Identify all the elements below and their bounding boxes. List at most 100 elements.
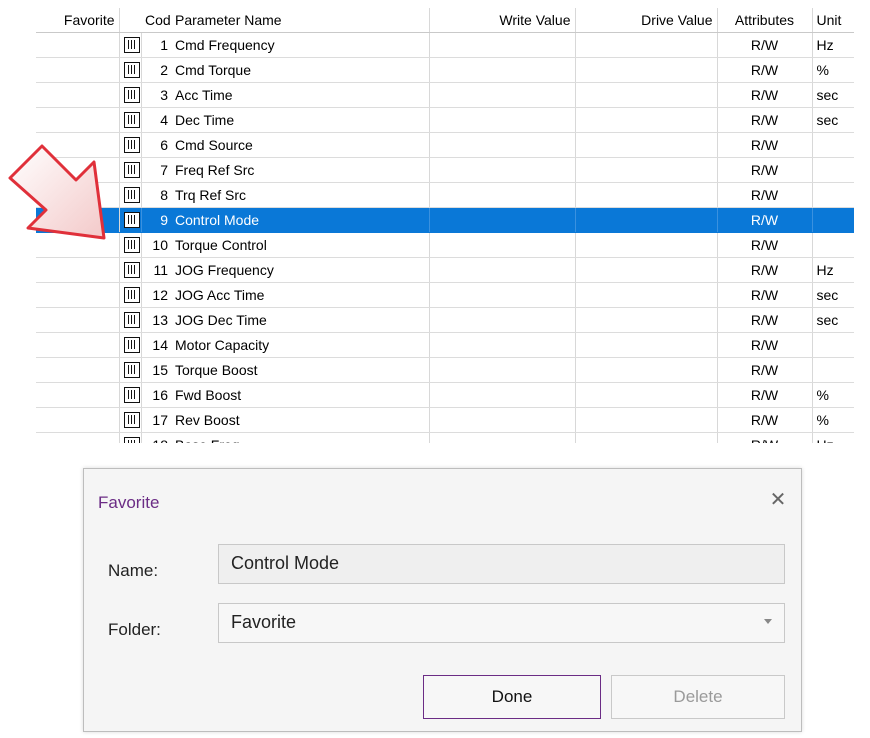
parameter-icon-cell[interactable] [119,157,142,183]
parameter-icon-cell[interactable] [119,257,142,283]
parameter-icon-cell[interactable] [119,32,142,58]
code-cell[interactable]: 18 [141,432,171,443]
attributes-cell[interactable]: R/W [717,282,813,308]
code-cell[interactable]: 11 [141,257,171,283]
unit-cell[interactable]: sec [812,107,854,133]
drive-value-cell[interactable] [575,82,718,108]
table-row[interactable]: 16 Fwd Boost R/W% [36,382,854,408]
attributes-cell[interactable]: R/W [717,332,813,358]
code-cell[interactable]: 9 [141,207,171,233]
chevron-down-icon[interactable] [764,619,772,624]
table-row[interactable]: 18Base Freq R/WHz [36,432,854,443]
code-cell[interactable]: 4 [141,107,171,133]
code-cell[interactable]: 7 [141,157,171,183]
write-value-cell[interactable] [429,182,576,208]
code-cell[interactable]: 6 [141,132,171,158]
done-button[interactable]: Done [423,675,601,719]
column-header-code[interactable]: Code [141,8,171,33]
parameter-icon-cell[interactable] [119,57,142,83]
table-row[interactable]: 14 Motor Capacity R/W [36,332,854,358]
table-row[interactable]: 12 JOG Acc Time R/W sec [36,282,854,308]
drive-value-cell[interactable] [575,107,718,133]
parameter-name-cell[interactable]: Torque Boost [171,357,430,383]
parameter-name-cell[interactable]: Trq Ref Src [171,182,430,208]
write-value-cell[interactable] [429,432,576,443]
code-cell[interactable]: 13 [141,307,171,333]
close-icon[interactable]: ✕ [767,489,789,511]
table-row[interactable]: 10 Torque Control R/W [36,232,854,258]
attributes-cell[interactable]: R/W [717,157,813,183]
parameter-name-cell[interactable]: Freq Ref Src [171,157,430,183]
write-value-cell[interactable] [429,407,576,433]
favorite-cell[interactable] [36,382,120,408]
unit-cell[interactable]: Hz [812,32,854,58]
write-value-cell[interactable] [429,207,576,233]
parameter-name-cell[interactable]: Acc Time [171,82,430,108]
write-value-cell[interactable] [429,357,576,383]
drive-value-cell[interactable] [575,407,718,433]
write-value-cell[interactable] [429,282,576,308]
drive-value-cell[interactable] [575,282,718,308]
table-row[interactable]: 17 Rev Boost R/W% [36,407,854,433]
table-row[interactable]: 3 Acc Time R/W sec [36,82,854,108]
column-header-unit[interactable]: Unit [812,8,854,33]
parameter-icon-cell[interactable] [119,82,142,108]
write-value-cell[interactable] [429,332,576,358]
parameter-name-cell[interactable]: Motor Capacity [171,332,430,358]
drive-value-cell[interactable] [575,32,718,58]
code-cell[interactable]: 10 [141,232,171,258]
write-value-cell[interactable] [429,82,576,108]
parameter-icon-cell[interactable] [119,357,142,383]
code-cell[interactable]: 17 [141,407,171,433]
write-value-cell[interactable] [429,132,576,158]
write-value-cell[interactable] [429,107,576,133]
drive-value-cell[interactable] [575,382,718,408]
table-row[interactable]: 6 Cmd Source R/W [36,132,854,158]
parameter-name-cell[interactable]: Fwd Boost [171,382,430,408]
favorite-cell[interactable] [36,432,120,443]
column-header-write-value[interactable]: Write Value [429,8,576,33]
table-row[interactable]: 8 Trq Ref Src R/W [36,182,854,208]
drive-value-cell[interactable] [575,157,718,183]
unit-cell[interactable] [812,182,854,208]
drive-value-cell[interactable] [575,232,718,258]
favorite-cell[interactable] [36,57,120,83]
favorite-cell[interactable] [36,407,120,433]
unit-cell[interactable]: % [812,407,854,433]
write-value-cell[interactable] [429,32,576,58]
parameter-name-cell[interactable]: JOG Frequency [171,257,430,283]
attributes-cell[interactable]: R/W [717,132,813,158]
parameter-icon-cell[interactable] [119,132,142,158]
unit-cell[interactable]: Hz [812,432,854,443]
column-header-drive-value[interactable]: Drive Value [575,8,718,33]
code-cell[interactable]: 15 [141,357,171,383]
parameter-icon-cell[interactable] [119,182,142,208]
parameter-name-cell[interactable]: Dec Time [171,107,430,133]
unit-cell[interactable] [812,157,854,183]
code-cell[interactable]: 3 [141,82,171,108]
unit-cell[interactable]: sec [812,307,854,333]
code-cell[interactable]: 2 [141,57,171,83]
parameter-icon-cell[interactable] [119,432,142,443]
drive-value-cell[interactable] [575,207,718,233]
write-value-cell[interactable] [429,232,576,258]
attributes-cell[interactable]: R/W [717,407,813,433]
parameter-name-cell[interactable]: Cmd Source [171,132,430,158]
attributes-cell[interactable]: R/W [717,432,813,443]
drive-value-cell[interactable] [575,182,718,208]
attributes-cell[interactable]: R/W [717,257,813,283]
attributes-cell[interactable]: R/W [717,307,813,333]
unit-cell[interactable] [812,132,854,158]
column-header-attributes[interactable]: Attributes [717,8,813,33]
unit-cell[interactable] [812,357,854,383]
table-row[interactable]: 7 Freq Ref Src R/W [36,157,854,183]
code-cell[interactable]: 14 [141,332,171,358]
table-row[interactable]: 4 Dec Time R/W sec [36,107,854,133]
code-cell[interactable]: 12 [141,282,171,308]
favorite-cell[interactable] [36,332,120,358]
column-header-favorite[interactable]: Favorite [36,8,120,33]
favorite-cell[interactable] [36,82,120,108]
parameter-icon-cell[interactable] [119,382,142,408]
table-row[interactable]: 9 Control Mode R/W [36,207,854,233]
code-cell[interactable]: 8 [141,182,171,208]
